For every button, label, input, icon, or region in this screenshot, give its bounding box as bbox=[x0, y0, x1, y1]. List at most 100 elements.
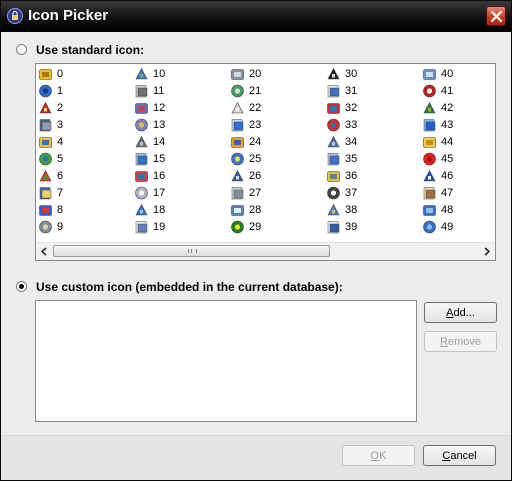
scroll-right-button[interactable] bbox=[479, 244, 494, 259]
remove-button[interactable]: Remove bbox=[424, 331, 497, 352]
icon-list-item[interactable]: 14 bbox=[134, 134, 224, 150]
people-network-icon bbox=[327, 203, 340, 216]
icon-list-item[interactable]: 35 bbox=[326, 151, 416, 167]
chevron-left-icon bbox=[40, 247, 47, 256]
grip-icon bbox=[188, 249, 197, 253]
custom-icon-label[interactable]: Use custom icon (embedded in the current… bbox=[36, 280, 343, 294]
icon-number: 13 bbox=[153, 119, 166, 131]
icon-list-item[interactable]: 37 bbox=[326, 185, 416, 201]
icon-number: 10 bbox=[153, 68, 166, 80]
icon-list-item[interactable]: 44 bbox=[422, 134, 495, 150]
icon-number: 35 bbox=[345, 153, 358, 165]
checklist-icon bbox=[327, 118, 340, 132]
icon-list-item[interactable]: 20 bbox=[230, 66, 320, 82]
icon-list-item[interactable]: 33 bbox=[326, 117, 416, 133]
icon-list-item[interactable]: 1 bbox=[38, 83, 128, 99]
chevron-right-icon bbox=[484, 247, 491, 256]
custom-icon-radio[interactable] bbox=[16, 281, 27, 292]
picture-icon bbox=[231, 205, 244, 216]
icon-list-item[interactable]: 47 bbox=[422, 185, 495, 201]
icon-list-item[interactable]: 13 bbox=[134, 117, 224, 133]
icon-list-item[interactable]: 2 bbox=[38, 100, 128, 116]
icon-list-item[interactable]: 17 bbox=[134, 185, 224, 201]
icon-list-item[interactable]: 29 bbox=[230, 219, 320, 235]
icon-list-item[interactable]: 30 bbox=[326, 66, 416, 82]
icon-list-item[interactable]: 28 bbox=[230, 202, 320, 218]
icon-list-item[interactable]: 19 bbox=[134, 219, 224, 235]
icon-list-item[interactable]: 21 bbox=[230, 83, 320, 99]
custom-icon-list[interactable] bbox=[35, 300, 417, 422]
icon-list-item[interactable]: 39 bbox=[326, 219, 416, 235]
keys-icon bbox=[135, 118, 148, 132]
icon-list-item[interactable]: 48 bbox=[422, 202, 495, 218]
icon-list-item[interactable]: 41 bbox=[422, 83, 495, 99]
icon-list-item[interactable]: 46 bbox=[422, 168, 495, 184]
icon-number: 15 bbox=[153, 153, 166, 165]
icon-list-item[interactable]: 24 bbox=[230, 134, 320, 150]
icon-list-item[interactable]: 9 bbox=[38, 219, 128, 235]
scroll-left-button[interactable] bbox=[37, 244, 52, 259]
icon-list-item[interactable]: 23 bbox=[230, 117, 320, 133]
icon-number: 29 bbox=[249, 221, 262, 233]
icon-list-item[interactable]: 49 bbox=[422, 219, 495, 235]
icon-list-item[interactable]: 36 bbox=[326, 168, 416, 184]
icon-number: 26 bbox=[249, 170, 262, 182]
icon-list-item[interactable]: 26 bbox=[230, 168, 320, 184]
printer-icon bbox=[327, 85, 340, 98]
standard-icon-list[interactable]: 0 1 2 3 4 5 6 7 8 9 10 11 12 13 14 15 16 17 18 19 20 21 22 23 24… bbox=[35, 63, 496, 261]
close-icon bbox=[491, 11, 502, 22]
percent-icon bbox=[327, 186, 340, 200]
icon-list-item[interactable]: 4 bbox=[38, 134, 128, 150]
icon-list-item[interactable]: 42 bbox=[422, 100, 495, 116]
package-icon bbox=[423, 187, 436, 200]
icon-list-item[interactable]: 0 bbox=[38, 66, 128, 82]
icon-list-item[interactable]: 43 bbox=[422, 117, 495, 133]
document-icon bbox=[231, 101, 244, 114]
floppy-icon bbox=[231, 169, 244, 182]
icon-list-item[interactable]: 38 bbox=[326, 202, 416, 218]
icon-list-item[interactable]: 31 bbox=[326, 83, 416, 99]
delete-icon bbox=[423, 152, 436, 166]
standard-icon-label[interactable]: Use standard icon: bbox=[36, 43, 144, 57]
folder-mail-icon bbox=[231, 152, 244, 166]
add-button[interactable]: Add... bbox=[424, 302, 497, 323]
icon-list-item[interactable]: 16 bbox=[134, 168, 224, 184]
icon-list-item[interactable]: 25 bbox=[230, 151, 320, 167]
icon-list-item[interactable]: 40 bbox=[422, 66, 495, 82]
horizontal-scrollbar[interactable] bbox=[36, 242, 495, 260]
icon-list-item[interactable]: 18 bbox=[134, 202, 224, 218]
icon-list-item[interactable]: 34 bbox=[326, 134, 416, 150]
icon-list-item[interactable]: 8 bbox=[38, 202, 128, 218]
folder-open-icon bbox=[423, 220, 436, 234]
server-icon bbox=[39, 119, 52, 132]
icon-list-item[interactable]: 45 bbox=[422, 151, 495, 167]
cancel-button[interactable]: Cancel bbox=[423, 445, 496, 466]
icon-list-item[interactable]: 11 bbox=[134, 83, 224, 99]
icon-number: 23 bbox=[249, 119, 262, 131]
archive-icon bbox=[327, 171, 340, 182]
standard-icon-radio[interactable] bbox=[16, 44, 27, 55]
title-bar[interactable]: Icon Picker bbox=[1, 1, 511, 32]
icon-number: 7 bbox=[57, 187, 64, 199]
icon-list-item[interactable]: 10 bbox=[134, 66, 224, 82]
icon-list-item[interactable]: 7 bbox=[38, 185, 128, 201]
icon-list-item[interactable]: 22 bbox=[230, 100, 320, 116]
icon-list-item[interactable]: 32 bbox=[326, 100, 416, 116]
icon-list-item[interactable]: 5 bbox=[38, 151, 128, 167]
icon-list-item[interactable]: 12 bbox=[134, 100, 224, 116]
ok-button[interactable]: OK bbox=[342, 445, 415, 466]
icon-list-item[interactable]: 27 bbox=[230, 185, 320, 201]
note-icon bbox=[39, 137, 52, 148]
scroll-thumb[interactable] bbox=[53, 245, 330, 257]
monitor-icon bbox=[135, 203, 148, 216]
icon-number: 27 bbox=[249, 187, 262, 199]
chip-icon bbox=[423, 101, 436, 114]
lightning-icon bbox=[231, 137, 244, 148]
icon-list-item[interactable]: 6 bbox=[38, 168, 128, 184]
blocks-icon bbox=[39, 169, 52, 182]
close-button[interactable] bbox=[486, 6, 506, 26]
app-lock-icon bbox=[7, 8, 23, 24]
icon-number: 43 bbox=[441, 119, 454, 131]
icon-list-item[interactable]: 3 bbox=[38, 117, 128, 133]
icon-list-item[interactable]: 15 bbox=[134, 151, 224, 167]
